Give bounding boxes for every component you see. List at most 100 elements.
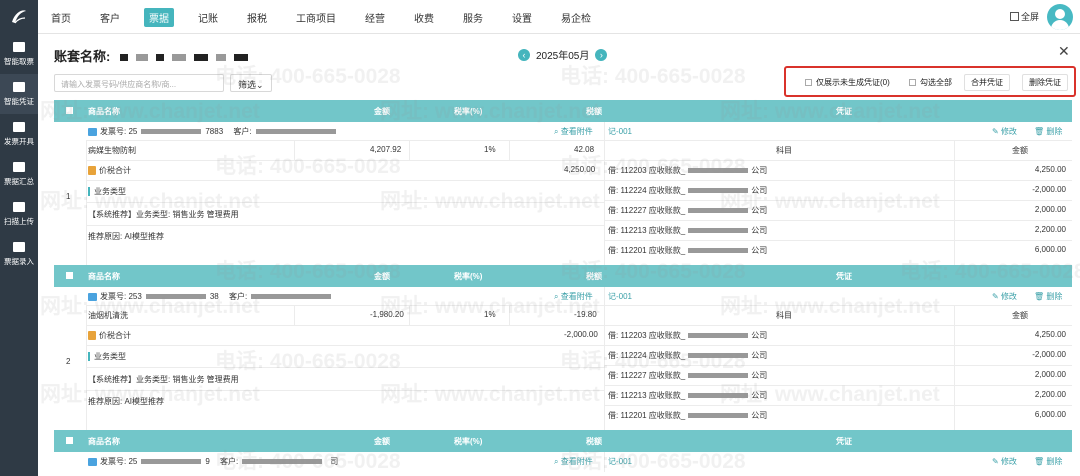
invoice-no-suffix: 7883 bbox=[205, 127, 224, 136]
next-period-icon[interactable]: › bbox=[595, 48, 608, 61]
masked-text bbox=[688, 393, 749, 399]
invoice-no-prefix: 25 bbox=[126, 457, 138, 466]
filter-label: 筛选 bbox=[238, 80, 257, 90]
merge-voucher-button[interactable]: 合并凭证 bbox=[964, 74, 1010, 91]
masked-text bbox=[119, 54, 128, 62]
sidebar-item-2[interactable]: 发票开具 bbox=[0, 114, 38, 154]
voucher-entry-amount: 4,250.00 bbox=[1034, 165, 1066, 174]
delete-voucher-button[interactable]: 删除凭证 bbox=[1022, 74, 1068, 91]
delete-button[interactable]: 🗑 删除 bbox=[1034, 291, 1062, 302]
nav-item-5[interactable]: 工商项目 bbox=[291, 8, 341, 27]
view-attachment-link[interactable]: ⌕ 查看附件 bbox=[554, 456, 593, 467]
nav-item-2[interactable]: 票据 bbox=[144, 7, 174, 27]
divider bbox=[294, 140, 295, 160]
item-tax: 42.08 bbox=[574, 145, 595, 154]
masked-text bbox=[688, 228, 749, 234]
edit-label: 修改 bbox=[1000, 127, 1017, 136]
nav-item-1[interactable]: 客户 bbox=[95, 8, 125, 27]
delete-button[interactable]: 🗑 删除 bbox=[1034, 456, 1062, 467]
edit-button[interactable]: ✎ 修改 bbox=[992, 456, 1017, 467]
sidebar-item-1[interactable]: 智能凭证 bbox=[0, 74, 38, 114]
nav-item-9[interactable]: 设置 bbox=[507, 8, 537, 27]
watermark-text: 电话: 400-665-0028 bbox=[215, 155, 401, 178]
voucher-entry-amount: 2,000.00 bbox=[1034, 370, 1066, 379]
total-label: 价税合计 bbox=[99, 331, 131, 340]
nav-item-7[interactable]: 收费 bbox=[409, 8, 439, 27]
select-all-checkbox[interactable] bbox=[66, 272, 73, 279]
fullscreen-button[interactable]: 全屏 bbox=[1010, 10, 1039, 23]
app-logo[interactable] bbox=[0, 0, 38, 34]
divider bbox=[604, 325, 1072, 326]
voucher-number-link[interactable]: 记-001 bbox=[608, 291, 632, 302]
search-input[interactable]: 请输入发票号码/供应商名称/商... bbox=[54, 74, 224, 92]
nav-item-10[interactable]: 易企检 bbox=[556, 8, 596, 27]
entry-subject-tail: 公司 bbox=[751, 206, 768, 215]
nav-item-4[interactable]: 报税 bbox=[242, 8, 272, 27]
sidebar-item-4[interactable]: 扫描上传 bbox=[0, 194, 38, 234]
delete-label: 删除 bbox=[1046, 127, 1063, 136]
masked-text bbox=[155, 54, 164, 62]
select-all-checkbox[interactable]: 勾选全部 bbox=[903, 74, 958, 91]
view-attachment-link[interactable]: ⌕ 查看附件 bbox=[554, 291, 593, 302]
only-unposted-checkbox[interactable]: 仅展示未生成凭证(0) bbox=[799, 74, 896, 91]
only-unposted-label: 仅展示未生成凭证(0) bbox=[816, 78, 890, 87]
customer-tail: 司 bbox=[330, 457, 339, 466]
entry-subject-text: 借: 112213 应收账款_ bbox=[608, 226, 686, 235]
voucher-number-link[interactable]: 记-001 bbox=[608, 456, 632, 467]
voucher-subject-header: 科目 bbox=[776, 311, 792, 320]
sidebar-item-0[interactable]: 智能取票 bbox=[0, 34, 38, 74]
nav-item-3[interactable]: 记账 bbox=[193, 8, 223, 27]
delete-button[interactable]: 🗑 删除 bbox=[1034, 126, 1062, 137]
sidebar-item-icon bbox=[13, 81, 25, 92]
price-tax-total: 价税合计 bbox=[88, 165, 131, 176]
item-amount: 4,207.92 bbox=[370, 145, 402, 154]
sidebar-item-label: 智能取票 bbox=[4, 56, 34, 66]
filter-button[interactable]: 筛选⌄ bbox=[230, 74, 272, 92]
entry-subject-text: 借: 112201 应收账款_ bbox=[608, 411, 686, 420]
sidebar-item-3[interactable]: 票据汇总 bbox=[0, 154, 38, 194]
select-all-checkbox[interactable] bbox=[66, 437, 73, 444]
accent-bar bbox=[88, 352, 90, 362]
entry-subject-tail: 公司 bbox=[751, 186, 768, 195]
item-tax-rate: 1% bbox=[484, 310, 496, 319]
nav-item-0[interactable]: 首页 bbox=[46, 8, 76, 27]
masked-text bbox=[688, 373, 749, 379]
user-avatar[interactable] bbox=[1047, 4, 1073, 30]
entry-subject-text: 借: 112201 应收账款_ bbox=[608, 246, 686, 255]
close-icon[interactable]: ✕ bbox=[1058, 43, 1070, 60]
select-all-checkbox[interactable] bbox=[66, 107, 73, 114]
sidebar-item-label: 票据汇总 bbox=[4, 176, 34, 186]
divider bbox=[604, 180, 1072, 181]
entry-subject-tail: 公司 bbox=[751, 391, 768, 400]
divider bbox=[604, 287, 605, 434]
nav-item-8[interactable]: 服务 bbox=[458, 8, 488, 27]
voucher-entry-amount: -2,000.00 bbox=[1032, 185, 1066, 194]
invoice-no-prefix: 25 bbox=[126, 127, 138, 136]
sidebar-item-5[interactable]: 票据录入 bbox=[0, 234, 38, 274]
masked-text bbox=[242, 459, 323, 465]
delete-label: 删除 bbox=[1046, 457, 1063, 466]
system-recommendation: 【系统推荐】业务类型: 销售业务 管理费用 bbox=[88, 375, 239, 384]
entry-subject-text: 借: 112203 应收账款_ bbox=[608, 166, 686, 175]
nav-item-6[interactable]: 经营 bbox=[360, 8, 390, 27]
masked-text bbox=[215, 54, 226, 62]
system-recommendation: 【系统推荐】业务类型: 销售业务 管理费用 bbox=[88, 210, 239, 219]
checkbox-icon bbox=[805, 79, 812, 86]
invoice-no-suffix: 9 bbox=[205, 457, 210, 466]
invoice-no-label: 发票号: bbox=[100, 292, 127, 301]
divider bbox=[86, 305, 1072, 306]
voucher-entry-amount: -2,000.00 bbox=[1032, 350, 1066, 359]
masked-text bbox=[688, 333, 749, 339]
fullscreen-icon bbox=[1010, 12, 1019, 21]
edit-button[interactable]: ✎ 修改 bbox=[992, 126, 1017, 137]
sidebar-item-icon bbox=[13, 41, 25, 52]
voucher-number-link[interactable]: 记-001 bbox=[608, 126, 632, 137]
prev-period-icon[interactable]: ‹ bbox=[518, 48, 530, 61]
column-header-voucher: 凭证 bbox=[836, 272, 852, 281]
edit-button[interactable]: ✎ 修改 bbox=[992, 291, 1017, 302]
divider bbox=[409, 140, 410, 160]
table-header: 商品名称 金额 税率(%) 税额 凭证 bbox=[54, 430, 1072, 452]
account-set-label: 账套名称: bbox=[54, 49, 111, 64]
view-attachment-link[interactable]: ⌕ 查看附件 bbox=[554, 126, 593, 137]
sidebar-item-label: 发票开具 bbox=[4, 136, 34, 146]
